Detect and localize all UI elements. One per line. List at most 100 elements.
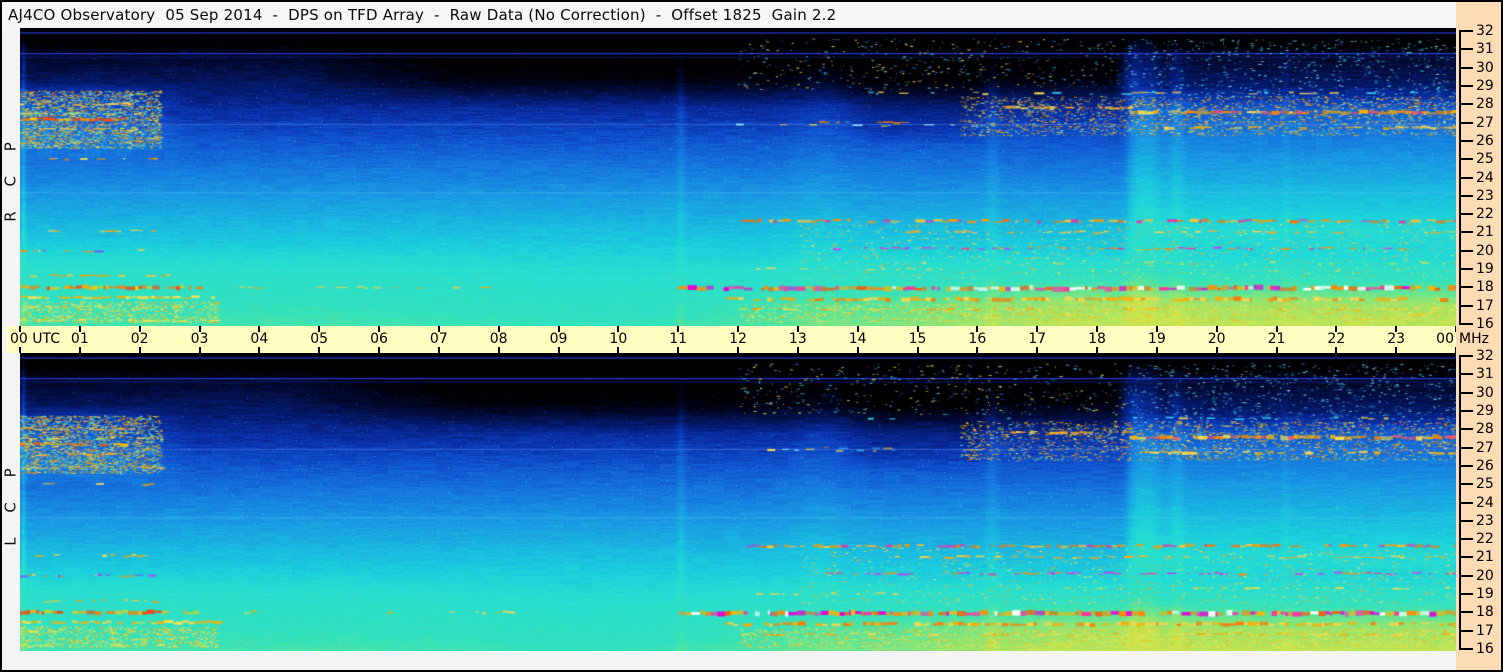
freq-tick-label: 21	[1476, 549, 1494, 566]
time-tick-label: 17	[1028, 331, 1047, 347]
freq-tick	[1459, 611, 1473, 614]
freq-tick-label: 32	[1476, 23, 1494, 39]
freq-tick-label: 25	[1476, 476, 1494, 493]
time-tick-label: 00 UTC	[10, 331, 61, 347]
time-tick-label: 12	[729, 331, 747, 347]
time-tick-label: 19	[1147, 331, 1166, 347]
freq-tick-label: 30	[1476, 59, 1494, 76]
title-bar: AJ4CO Observatory 05 Sep 2014 - DPS on T…	[2, 2, 1454, 26]
freq-tick-label: 28	[1476, 96, 1494, 113]
freq-tick-label: 30	[1476, 384, 1494, 401]
freq-tick-label: 24	[1476, 494, 1494, 511]
time-tick-label: 18	[1088, 331, 1106, 347]
freq-tick	[1459, 446, 1473, 449]
freq-tick	[1459, 103, 1473, 106]
freq-tick	[1459, 519, 1473, 522]
time-tick-label: 09	[549, 331, 568, 347]
freq-tick	[1459, 593, 1473, 596]
freq-tick	[1459, 121, 1473, 124]
freq-tick-label: 22	[1476, 531, 1494, 548]
freq-tick-label: 23	[1476, 512, 1494, 529]
freq-tick-label: 20	[1476, 567, 1494, 584]
time-tick-label: 15	[908, 331, 927, 347]
freq-tick-label: 19	[1476, 586, 1494, 603]
time-tick-label: 14	[848, 331, 867, 347]
freq-tick-label: 26	[1476, 457, 1494, 474]
freq-tick	[1459, 231, 1473, 234]
freq-tick-label: 23	[1476, 187, 1494, 204]
time-tick-label: 07	[429, 331, 448, 347]
freq-tick	[1459, 286, 1473, 289]
freq-tick-label: 27	[1476, 439, 1494, 456]
freq-tick	[1459, 30, 1473, 32]
freq-tick-label: 17	[1476, 622, 1494, 639]
time-tick-label: 23	[1387, 331, 1406, 347]
time-tick-label: 21	[1267, 331, 1286, 347]
time-tick-label: 20	[1207, 331, 1226, 347]
freq-tick-label: 29	[1476, 77, 1494, 94]
freq-tick-label: 29	[1476, 402, 1494, 419]
lcp-spectrogram-canvas	[20, 353, 1456, 651]
time-tick-label: 16	[968, 331, 987, 347]
time-tick-label: 22	[1327, 331, 1346, 347]
time-tick-label: 00	[1436, 331, 1454, 347]
time-tick-label: 05	[310, 331, 329, 347]
freq-tick-label: 16	[1476, 641, 1494, 657]
time-tick-label: 02	[130, 331, 149, 347]
freq-tick	[1459, 391, 1473, 394]
freq-tick-label: 27	[1476, 114, 1494, 131]
time-tick-label: 04	[250, 331, 269, 347]
freq-tick	[1459, 483, 1473, 486]
freq-tick-label: 17	[1476, 297, 1494, 314]
freq-tick	[1459, 84, 1473, 87]
lcp-panel-label: L C P	[2, 353, 20, 651]
rcp-panel-label: R C P	[2, 28, 20, 326]
spectrogram-page: AJ4CO Observatory 05 Sep 2014 - DPS on T…	[0, 0, 1503, 672]
freq-tick-label: 28	[1476, 421, 1494, 438]
freq-tick	[1459, 66, 1473, 69]
freq-tick	[1459, 268, 1473, 271]
freq-tick-label: 16	[1476, 316, 1494, 332]
time-tick-label: 11	[669, 331, 688, 347]
freq-tick	[1459, 304, 1473, 307]
freq-tick	[1459, 629, 1473, 632]
freq-tick	[1459, 556, 1473, 559]
freq-tick-label: 22	[1476, 206, 1494, 223]
time-tick-label: 10	[609, 331, 628, 347]
freq-tick	[1459, 194, 1473, 197]
freq-tick-label: 32	[1476, 348, 1494, 364]
freq-tick-label: 25	[1476, 151, 1494, 168]
freq-tick-label: 31	[1476, 366, 1494, 383]
time-tick-label: 03	[190, 331, 209, 347]
time-tick-label: 08	[489, 331, 508, 347]
freq-tick-label: 20	[1476, 242, 1494, 259]
time-axis-band: 00 UTC 01 02 03 04 05 06 07 08 09 10 11 12 13 14 15 16 17…	[7, 326, 1457, 353]
freq-tick	[1459, 48, 1473, 51]
time-tick-label: 13	[788, 331, 807, 347]
freq-tick	[1459, 501, 1473, 504]
freq-tick	[1459, 648, 1473, 650]
time-tick-label: 06	[370, 331, 388, 347]
rcp-panel-label-text: R C P	[2, 132, 21, 222]
freq-tick	[1459, 373, 1473, 376]
time-tick-label: 01	[70, 331, 89, 347]
freq-tick	[1459, 176, 1473, 179]
freq-tick	[1459, 574, 1473, 577]
lcp-panel-label-text: L C P	[2, 458, 21, 546]
freq-tick	[1459, 249, 1473, 252]
freq-tick	[1459, 409, 1473, 412]
freq-tick-label: 19	[1476, 261, 1494, 278]
freq-tick	[1459, 464, 1473, 467]
freq-tick	[1459, 213, 1473, 216]
freq-tick-label: 31	[1476, 41, 1494, 58]
frequency-sidebar: MHz 32 31 30 29 28 27 26 25 24 23 22 21 20 19 18 17 16 32…	[1456, 2, 1501, 670]
freq-tick	[1459, 323, 1473, 325]
page-title: AJ4CO Observatory 05 Sep 2014 - DPS on T…	[8, 6, 837, 24]
freq-tick-label: 21	[1476, 224, 1494, 241]
freq-tick	[1459, 158, 1473, 161]
freq-tick-label: 18	[1476, 279, 1494, 296]
freq-tick-label: 24	[1476, 169, 1494, 186]
freq-tick	[1459, 538, 1473, 541]
freq-tick	[1459, 355, 1473, 357]
freq-tick	[1459, 139, 1473, 142]
